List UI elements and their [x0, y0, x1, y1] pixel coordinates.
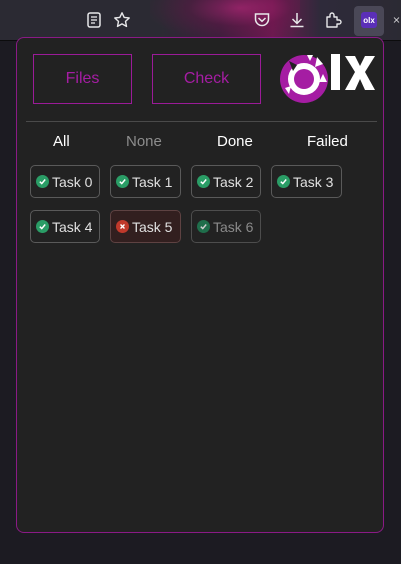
filter-done[interactable]: Done [217, 133, 253, 150]
check-circle-icon [36, 175, 49, 188]
overflow-icon[interactable] [392, 10, 401, 30]
check-circle-icon [197, 220, 210, 233]
pocket-icon[interactable] [252, 10, 272, 30]
task-label: Task 4 [52, 218, 93, 235]
task-item[interactable]: Task 3 [271, 165, 342, 198]
task-item[interactable]: Task 2 [191, 165, 261, 198]
check-circle-icon [36, 220, 49, 233]
extensions-icon[interactable] [323, 10, 343, 30]
bookmark-star-icon[interactable] [112, 10, 132, 30]
task-label: Task 1 [132, 173, 173, 190]
task-label: Task 2 [213, 173, 254, 190]
task-label: Task 3 [293, 173, 334, 190]
task-item[interactable]: Task 6 [191, 210, 261, 243]
check-button[interactable]: Check [152, 54, 261, 104]
filter-failed[interactable]: Failed [307, 133, 348, 150]
task-label: Task 0 [52, 173, 93, 190]
olx-logo-icon [280, 54, 375, 103]
download-icon[interactable] [287, 10, 307, 30]
filter-none[interactable]: None [126, 133, 162, 150]
task-label: Task 6 [213, 218, 254, 235]
reader-view-icon[interactable] [84, 10, 104, 30]
toolbar-background-glow [150, 0, 300, 40]
olx-extension-icon: olx [361, 12, 377, 28]
browser-toolbar: olx [0, 0, 401, 40]
task-item[interactable]: Task 4 [30, 210, 100, 243]
task-item[interactable]: Task 1 [110, 165, 181, 198]
files-button[interactable]: Files [33, 54, 132, 104]
task-label: Task 5 [132, 218, 173, 235]
task-item[interactable]: Task 0 [30, 165, 100, 198]
task-item-failed[interactable]: Task 5 [110, 210, 181, 243]
filter-all[interactable]: All [53, 133, 70, 150]
check-circle-icon [277, 175, 290, 188]
header-divider [26, 121, 377, 122]
extension-popup: Files Check All None Done Failed Task 0 … [16, 37, 384, 533]
check-circle-icon [197, 175, 210, 188]
check-circle-icon [116, 175, 129, 188]
error-circle-icon [116, 220, 129, 233]
